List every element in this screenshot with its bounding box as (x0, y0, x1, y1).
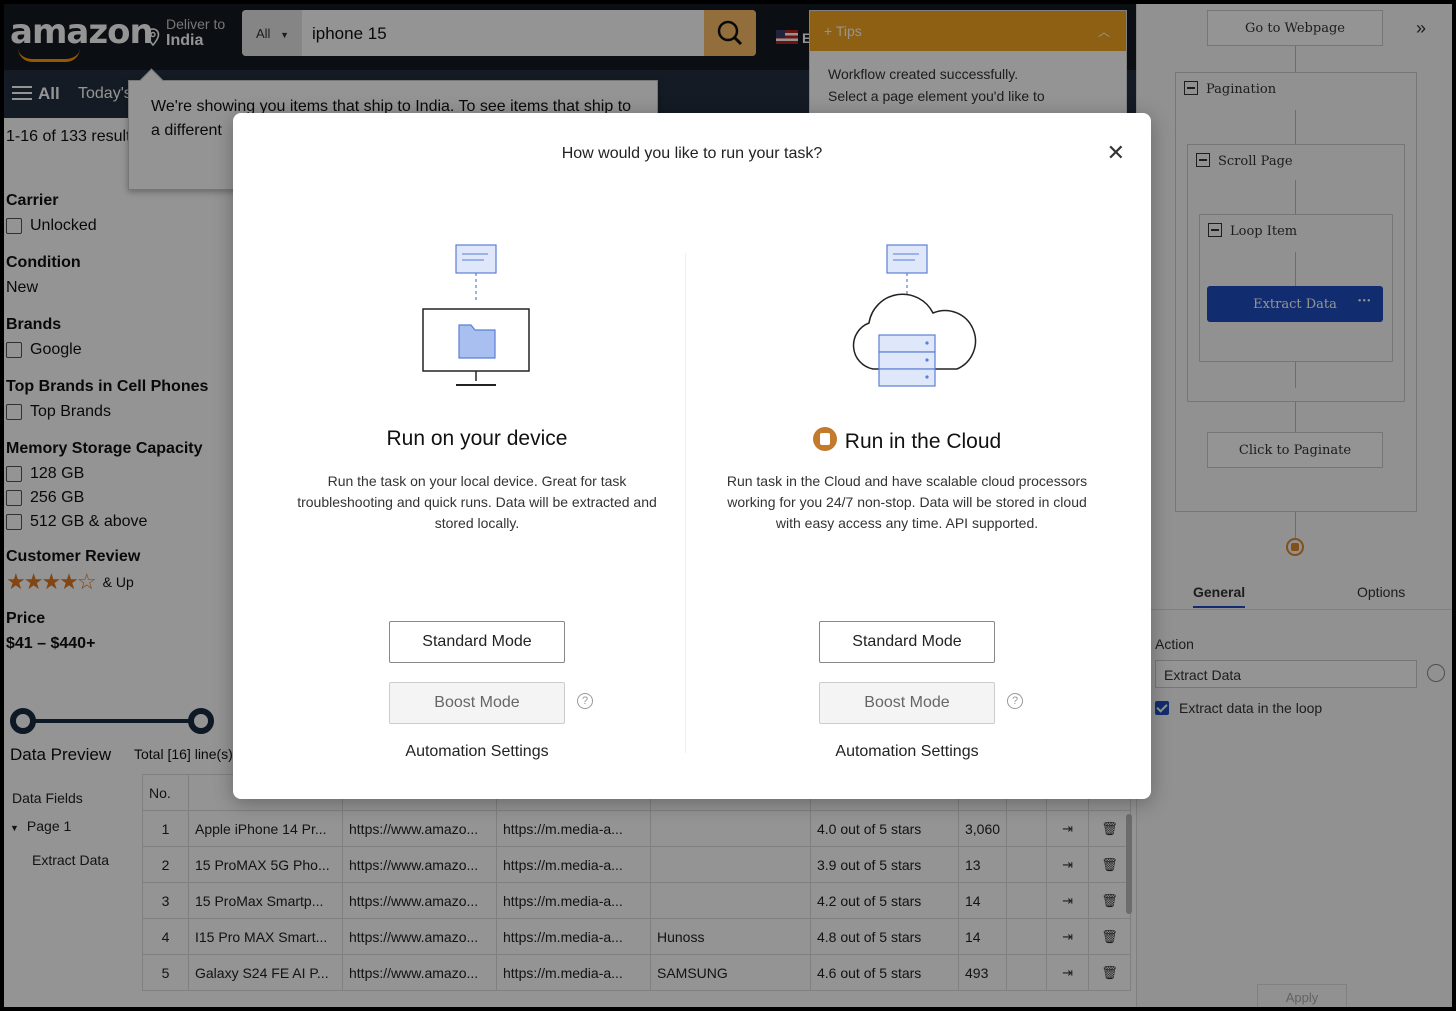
premium-badge-icon (812, 427, 837, 451)
local-automation-settings-link[interactable]: Automation Settings (257, 743, 697, 761)
local-standard-mode-button[interactable]: Standard Mode (389, 621, 565, 663)
cloud-automation-settings-link[interactable]: Automation Settings (687, 743, 1127, 761)
computer-icon (422, 244, 530, 386)
run-cloud-title: Run in the Cloud (687, 427, 1127, 457)
app-window: amazon Deliver to India All ▼ iphone 15 … (4, 4, 1452, 1007)
run-cloud-option: Run in the Cloud Run task in the Cloud a… (687, 233, 1127, 760)
help-icon[interactable]: ? (1007, 693, 1023, 709)
device-illustration (257, 233, 697, 413)
close-icon[interactable]: ✕ (1107, 141, 1125, 166)
help-icon[interactable]: ? (577, 693, 593, 709)
run-local-option: Run on your device Run the task on your … (257, 233, 697, 760)
cloud-boost-mode-button[interactable]: Boost Mode (819, 682, 995, 724)
cloud-illustration (687, 233, 1127, 413)
run-task-modal: How would you like to run your task? ✕ R… (233, 113, 1151, 799)
run-local-desc: Run the task on your local device. Great… (297, 473, 657, 531)
cloud-standard-mode-button[interactable]: Standard Mode (819, 621, 995, 663)
run-local-title: Run on your device (386, 427, 568, 450)
modal-title: How would you like to run your task? (561, 145, 823, 162)
run-cloud-desc: Run task in the Cloud and have scalable … (726, 473, 1088, 531)
cloud-server-icon (852, 244, 977, 387)
local-boost-mode-button[interactable]: Boost Mode (389, 682, 565, 724)
